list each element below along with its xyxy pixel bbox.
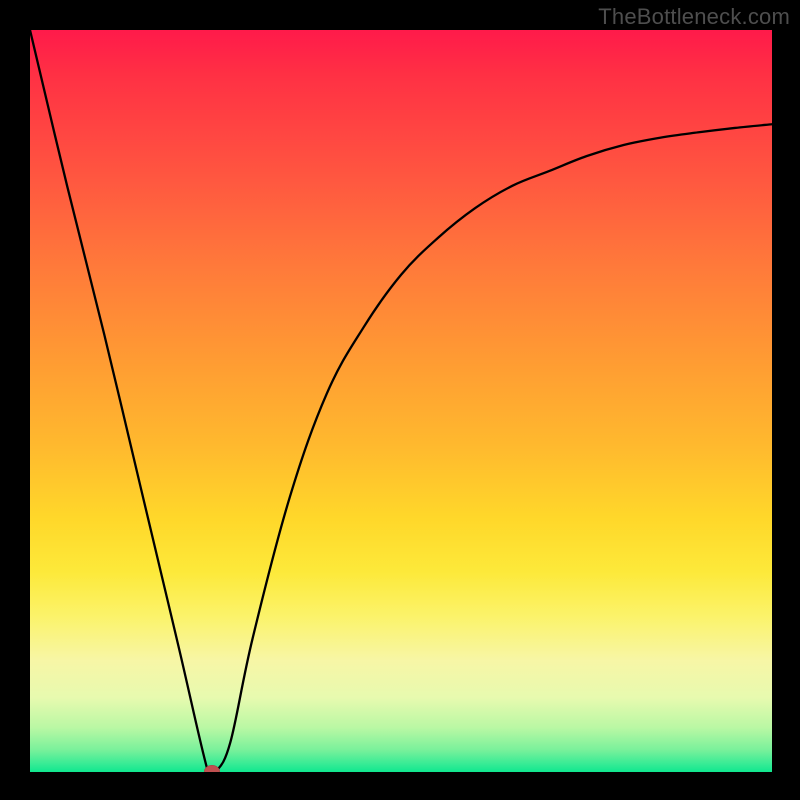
plot-area bbox=[30, 30, 772, 772]
curve-path bbox=[30, 30, 772, 772]
watermark-text: TheBottleneck.com bbox=[598, 4, 790, 30]
bottleneck-curve bbox=[30, 30, 772, 772]
minimum-marker bbox=[204, 765, 220, 772]
chart-stage: TheBottleneck.com bbox=[0, 0, 800, 800]
